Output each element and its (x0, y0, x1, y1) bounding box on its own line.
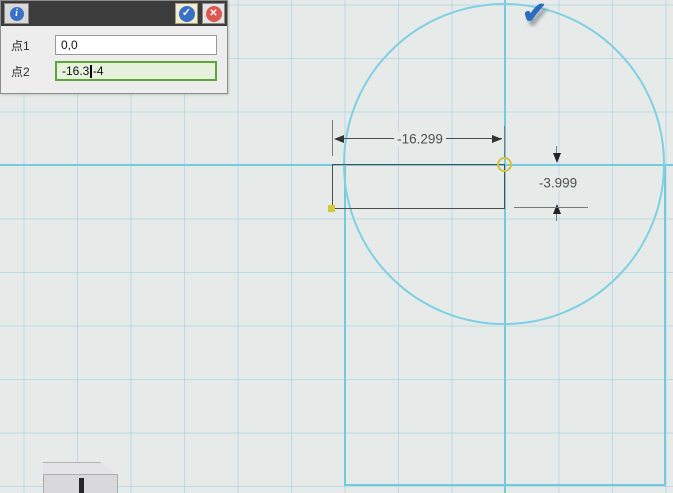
dialog-titlebar[interactable]: i ✓ ✕ (1, 1, 227, 26)
dim-h-extension-left (332, 120, 333, 156)
sketch-canvas[interactable]: -16.299 -3.999 ✔ i ✓ ✕ 点1 0,0 点2 -16.3 -… (0, 0, 673, 493)
sketch-rectangle[interactable] (332, 164, 505, 209)
point1-input[interactable]: 0,0 (55, 35, 217, 55)
dialog-body: 点1 0,0 点2 -16.3 -4 (1, 26, 227, 81)
dim-v-value[interactable]: -3.999 (535, 175, 581, 191)
point2-input[interactable]: -16.3 -4 (55, 61, 217, 81)
dim-v-extension-bottom (514, 207, 588, 208)
dim-v-tail-bottom (556, 214, 557, 221)
corner-point-dot-icon[interactable] (328, 205, 335, 212)
point2-row: 点2 -16.3 -4 (11, 61, 217, 81)
dim-h-value[interactable]: -16.299 (394, 131, 446, 147)
point2-value-before-cursor: -16.3 (62, 64, 90, 78)
confirm-checkmark-cursor-icon: ✔ (522, 0, 548, 30)
point1-value: 0,0 (61, 38, 78, 52)
point-input-dialog: i ✓ ✕ 点1 0,0 点2 -16.3 -4 (0, 0, 228, 94)
view-cube-label-mark (79, 478, 84, 493)
dim-v-arrow-up-icon (552, 204, 561, 214)
origin-point-ring-icon[interactable] (497, 157, 512, 172)
point1-label: 点1 (11, 38, 30, 53)
info-icon: i (9, 6, 24, 21)
dim-h-arrow-right-icon (492, 134, 502, 143)
point2-label: 点2 (11, 64, 30, 79)
dim-v-arrow-down-icon (552, 153, 561, 163)
point1-row: 点1 0,0 (11, 35, 217, 55)
dim-h-arrow-left-icon (334, 134, 344, 143)
dim-h-extension-right (504, 126, 505, 157)
cancel-button[interactable]: ✕ (202, 3, 225, 24)
point2-value-after-cursor: -4 (92, 64, 104, 78)
info-button[interactable]: i (4, 3, 29, 24)
cancel-x-icon: ✕ (205, 5, 222, 22)
text-cursor (90, 64, 92, 78)
confirm-button[interactable]: ✓ (175, 3, 198, 24)
confirm-check-icon: ✓ (178, 5, 195, 22)
